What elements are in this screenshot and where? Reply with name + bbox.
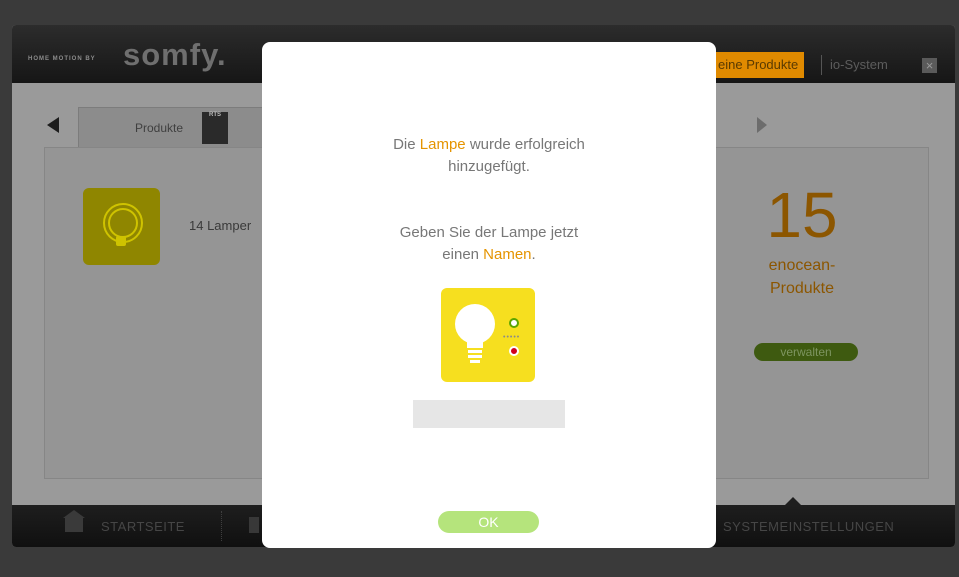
home-label[interactable]: STARTSEITE [101,519,185,534]
lamp-name-input[interactable] [413,400,565,428]
red-led-icon [509,346,519,356]
nav-io-system[interactable]: io-System [830,52,888,78]
nav-divider [821,55,822,75]
system-settings-label[interactable]: SYSTEMEINSTELLUNGEN [723,519,894,534]
arrow-right-icon[interactable] [757,117,767,133]
product-type-label-2: Produkte [769,280,835,297]
lamp-device-icon: ••••• [441,288,535,382]
lamp-count-label: 14 Lamper [189,218,252,233]
dialog-message-line2: hinzugefügt. [448,158,530,175]
product-type-label: enocean- [768,257,836,274]
tab-products[interactable]: Produkte [78,107,280,148]
nav-my-products[interactable]: eine Produkte [712,52,805,78]
dialog-prompt-line2: einen Namen. [442,246,536,263]
success-dialog: Die Lampe wurde erfolgreich hinzugefügt.… [262,42,716,548]
device-icon[interactable] [249,517,259,533]
active-indicator [785,497,801,505]
product-count: 15 [766,179,838,251]
lamp-category-icon[interactable] [83,188,160,265]
home-icon[interactable] [63,510,85,532]
tab-products-label: Produkte [135,121,184,135]
rts-icon: RTS [202,112,228,144]
bottom-divider [221,511,223,541]
somfy-logo: somfy. [123,37,227,72]
dialog-prompt-line1: Geben Sie der Lampe jetzt [399,224,579,241]
manage-button[interactable]: verwalten [754,343,858,361]
dialog-message-line1: Die Lampe wurde erfolgreich [393,136,585,153]
brand-tagline: HOME MOTION BY [28,56,96,62]
close-icon[interactable]: × [922,58,937,73]
green-led-icon [509,318,519,328]
arrow-left-icon[interactable] [47,117,59,133]
ok-button[interactable]: OK [438,511,539,533]
